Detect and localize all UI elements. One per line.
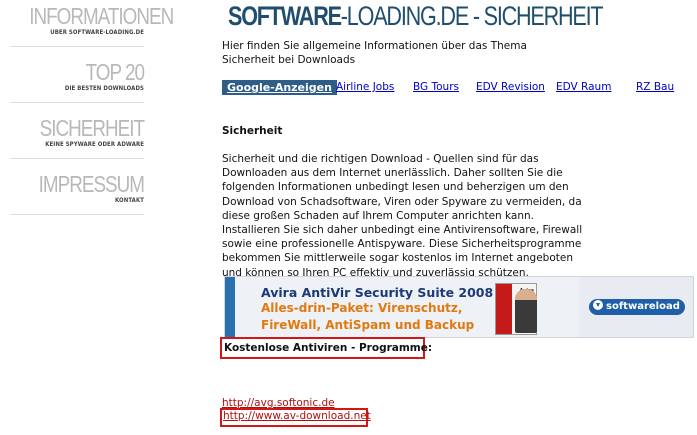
ad-link-edv-revision[interactable]: EDV Revision — [476, 81, 545, 93]
page-title-brand: SOFTWARE — [228, 1, 342, 31]
nav-item-subtitle: ÜBER SOFTWARE-LOADING.DE — [50, 29, 145, 36]
banner-tagline-2: FireWall, AntiSpam und Backup — [261, 318, 475, 332]
nav-item-sicherheit[interactable]: SICHERHEIT KEINE SPYWARE ODER ADWARE — [4, 116, 145, 149]
link-av-download[interactable]: http://www.av-download.net — [223, 410, 371, 422]
section-heading: Sicherheit — [222, 125, 283, 137]
softwareload-logo-text: softwareload — [606, 301, 680, 312]
download-arrow-icon — [593, 300, 603, 310]
nav-item-title[interactable]: SICHERHEIT — [29, 116, 145, 140]
avira-ad-banner[interactable]: Avira AntiVir Security Suite 2008 Alles-… — [224, 276, 694, 338]
section-body-text: Sicherheit und die richtigen Download - … — [222, 153, 583, 279]
banner-accent-stripe — [225, 277, 235, 337]
ad-link-rz-bau[interactable]: RZ Bau — [636, 81, 674, 93]
intro-text: Hier finden Sie allgemeine Informationen… — [222, 40, 527, 66]
nav-divider — [10, 46, 144, 47]
person-image — [515, 289, 537, 333]
nav-divider — [10, 102, 144, 103]
page-title: SOFTWARE-LOADING.DE - SICHERHEIT — [228, 1, 604, 32]
page-title-rest: -LOADING.DE - SICHERHEIT — [340, 1, 604, 31]
nav-item-subtitle: KONTAKT — [115, 197, 144, 204]
softwareload-logo: softwareload — [589, 299, 685, 315]
google-ads-tag[interactable]: Google-Anzeigen — [222, 80, 337, 95]
nav-item-impressum[interactable]: IMPRESSUM KONTAKT — [4, 172, 145, 205]
ad-link-edv-raum[interactable]: EDV Raum — [556, 81, 611, 93]
nav-item-subtitle: KEINE SPYWARE ODER ADWARE — [45, 141, 144, 148]
nav-item-title[interactable]: IMPRESSUM — [29, 172, 145, 196]
free-antivirus-heading: Kostenlose Antiviren - Programme: — [224, 342, 433, 354]
ad-links-bar: Google-Anzeigen Airline Jobs BG Tours ED… — [222, 80, 697, 95]
nav-item-informationen[interactable]: INFORMATIONEN ÜBER SOFTWARE-LOADING.DE — [4, 4, 174, 37]
nav-item-subtitle: DIE BESTEN DOWNLOADS — [64, 85, 144, 92]
banner-tagline-1: Alles-drin-Paket: Virenschutz, — [261, 301, 463, 315]
ad-link-airline-jobs[interactable]: Airline Jobs — [336, 81, 394, 93]
nav-item-title[interactable]: INFORMATIONEN — [29, 4, 174, 28]
ad-link-bg-tours[interactable]: BG Tours — [413, 81, 459, 93]
nav-divider — [10, 214, 144, 215]
nav-divider — [10, 158, 144, 159]
banner-headline: Avira AntiVir Security Suite 2008 — [261, 285, 494, 300]
nav-item-title[interactable]: TOP 20 — [29, 60, 145, 84]
nav-item-top20[interactable]: TOP 20 DIE BESTEN DOWNLOADS — [4, 60, 145, 93]
